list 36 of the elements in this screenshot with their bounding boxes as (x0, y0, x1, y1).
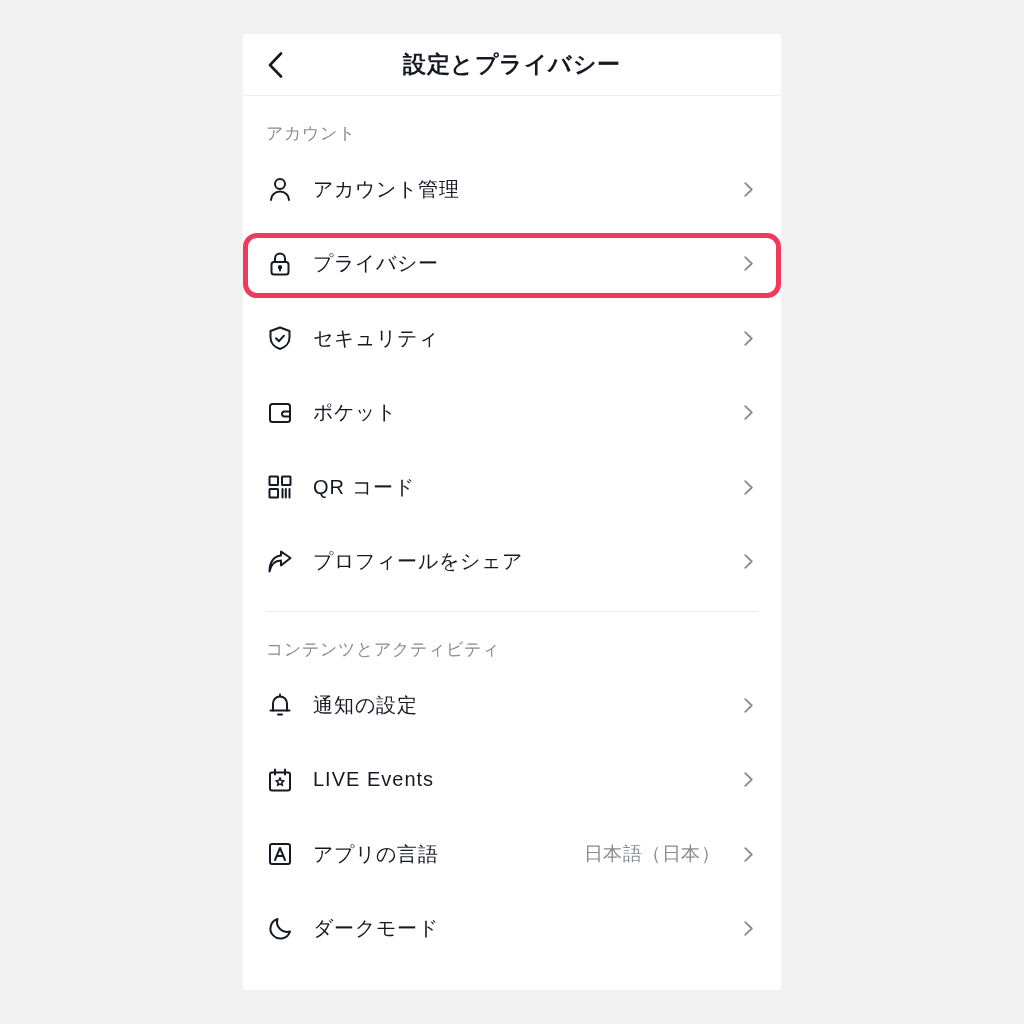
section-title: コンテンツとアクティビティ (265, 639, 501, 661)
chevron-right-icon (744, 479, 753, 495)
chevron-right-icon (744, 772, 753, 788)
chevron-right-icon (744, 256, 753, 272)
qr-code-icon (268, 475, 292, 500)
bell-icon (268, 693, 292, 718)
settings-item[interactable]: プライバシー (243, 226, 781, 301)
chevron-right-icon (744, 405, 753, 421)
person-icon (268, 177, 292, 202)
calendar-star-icon (268, 767, 292, 792)
chevron-left-icon (268, 51, 283, 78)
chevron-right-icon (744, 181, 753, 197)
chevron-right-icon (744, 554, 753, 570)
settings-item[interactable]: アカウント管理 (243, 152, 781, 227)
back-button[interactable] (268, 51, 283, 78)
section-title: アカウント (265, 123, 357, 145)
chevron-right-icon (744, 921, 753, 937)
settings-item[interactable]: アプリの言語 日本語（日本） (243, 817, 781, 892)
current-value: 日本語（日本） (583, 842, 720, 867)
settings-item[interactable]: セキュリティ (243, 301, 781, 376)
settings-item[interactable]: QR コード (243, 450, 781, 525)
settings-item[interactable]: ポケット (243, 375, 781, 450)
settings-item[interactable]: 通知の設定 (243, 668, 781, 743)
chevron-right-icon (744, 846, 753, 862)
settings-item[interactable]: ダークモード (243, 891, 781, 966)
letter-a-icon (268, 842, 292, 867)
settings-item[interactable]: LIVE Events (243, 742, 781, 817)
shield-check-icon (268, 326, 292, 351)
wallet-icon (268, 400, 292, 425)
lock-icon (268, 251, 292, 276)
moon-icon (268, 916, 292, 941)
chevron-right-icon (744, 697, 753, 713)
chevron-right-icon (744, 330, 753, 346)
screen-title: 設定とプライバシー (403, 50, 621, 79)
share-icon (268, 549, 292, 574)
settings-item[interactable]: プロフィールをシェア (243, 524, 781, 599)
